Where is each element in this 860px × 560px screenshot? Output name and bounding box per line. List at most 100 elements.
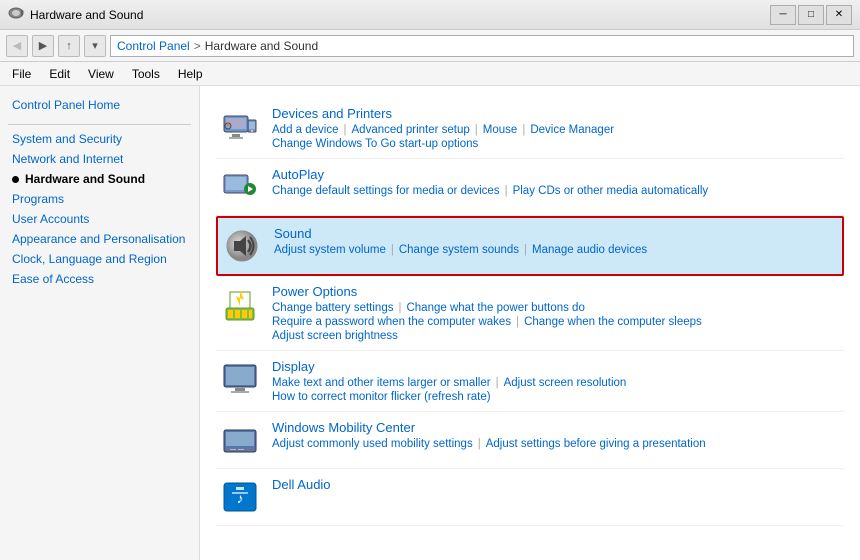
- menu-help[interactable]: Help: [170, 65, 211, 83]
- link-separator: |: [522, 124, 525, 136]
- path-current: Hardware and Sound: [205, 39, 318, 53]
- sidebar-item-system-and-security[interactable]: System and Security: [0, 129, 199, 149]
- display-link-0[interactable]: Make text and other items larger or smal…: [272, 377, 491, 389]
- sound-links-row1: Adjust system volume | Change system sou…: [274, 244, 838, 256]
- recent-button[interactable]: ▾: [84, 35, 106, 57]
- sound-link-2[interactable]: Manage audio devices: [532, 244, 647, 256]
- address-path: Control Panel > Hardware and Sound: [110, 35, 854, 57]
- autoplay-icon: [220, 167, 260, 207]
- devices-link-0[interactable]: Add a device: [272, 124, 339, 136]
- power-link2-1[interactable]: Change when the computer sleeps: [524, 316, 702, 328]
- devices-links-row1: Add a device | Advanced printer setup | …: [272, 124, 840, 136]
- display-link-1[interactable]: Adjust screen resolution: [504, 377, 627, 389]
- sidebar-label: Hardware and Sound: [25, 172, 145, 186]
- content-area: Devices and Printers Add a device | Advan…: [200, 86, 860, 560]
- autoplay-title[interactable]: AutoPlay: [272, 167, 840, 182]
- link-separator: |: [398, 302, 401, 314]
- sidebar-label: System and Security: [12, 132, 122, 146]
- sound-title[interactable]: Sound: [274, 226, 838, 241]
- menu-view[interactable]: View: [80, 65, 122, 83]
- sound-link-0[interactable]: Adjust system volume: [274, 244, 386, 256]
- sidebar-label: Network and Internet: [12, 152, 123, 166]
- display-title[interactable]: Display: [272, 359, 840, 374]
- power-link2-0[interactable]: Require a password when the computer wak…: [272, 316, 511, 328]
- dell-content: Dell Audio: [272, 477, 840, 495]
- address-bar: ◀ ▶ ↑ ▾ Control Panel > Hardware and Sou…: [0, 30, 860, 62]
- power-links-row2: Require a password when the computer wak…: [272, 316, 840, 328]
- power-link-0[interactable]: Change battery settings: [272, 302, 393, 314]
- mobility-link-0[interactable]: Adjust commonly used mobility settings: [272, 438, 473, 450]
- path-control-panel[interactable]: Control Panel: [117, 39, 190, 53]
- up-button[interactable]: ↑: [58, 35, 80, 57]
- power-icon: [220, 284, 260, 324]
- display-links-row1: Make text and other items larger or smal…: [272, 377, 840, 389]
- power-link-1[interactable]: Change what the power buttons do: [406, 302, 584, 314]
- minimize-button[interactable]: ─: [770, 5, 796, 25]
- devices-link-3[interactable]: Device Manager: [530, 124, 614, 136]
- dell-title[interactable]: Dell Audio: [272, 477, 840, 492]
- section-power: Power Options Change battery settings | C…: [216, 276, 844, 351]
- sidebar-home[interactable]: Control Panel Home: [0, 94, 199, 120]
- sidebar-item-appearance-and-personalisation[interactable]: Appearance and Personalisation: [0, 229, 199, 249]
- window-controls: ─ □ ✕: [770, 5, 852, 25]
- sidebar-label: User Accounts: [12, 212, 89, 226]
- sidebar-item-hardware-and-sound[interactable]: Hardware and Sound: [0, 169, 199, 189]
- autoplay-link-1[interactable]: Play CDs or other media automatically: [513, 185, 709, 197]
- mobility-icon: [220, 420, 260, 460]
- mobility-links-row1: Adjust commonly used mobility settings |…: [272, 438, 840, 450]
- autoplay-link-0[interactable]: Change default settings for media or dev…: [272, 185, 500, 197]
- power-link3-0[interactable]: Adjust screen brightness: [272, 330, 398, 342]
- sound-content: Sound Adjust system volume | Change syste…: [274, 226, 838, 256]
- section-dell: ♪ Dell Audio: [216, 469, 844, 526]
- devices-title[interactable]: Devices and Printers: [272, 106, 840, 121]
- link-separator: |: [391, 244, 394, 256]
- sidebar-divider: [8, 124, 191, 125]
- forward-button[interactable]: ▶: [32, 35, 54, 57]
- active-bullet-icon: [12, 176, 19, 183]
- devices-link2-0[interactable]: Change Windows To Go start-up options: [272, 138, 478, 150]
- maximize-button[interactable]: □: [798, 5, 824, 25]
- link-separator: |: [516, 316, 519, 328]
- sidebar-item-programs[interactable]: Programs: [0, 189, 199, 209]
- link-separator: |: [524, 244, 527, 256]
- menu-tools[interactable]: Tools: [124, 65, 168, 83]
- sidebar-label: Clock, Language and Region: [12, 252, 167, 266]
- link-separator: |: [496, 377, 499, 389]
- display-link2-0[interactable]: How to correct monitor flicker (refresh …: [272, 391, 491, 403]
- autoplay-links-row1: Change default settings for media or dev…: [272, 185, 840, 197]
- devices-links-row2: Change Windows To Go start-up options: [272, 138, 840, 150]
- section-autoplay: AutoPlay Change default settings for medi…: [216, 159, 844, 216]
- power-content: Power Options Change battery settings | C…: [272, 284, 840, 342]
- power-title[interactable]: Power Options: [272, 284, 840, 299]
- sidebar: Control Panel Home System and Security Ne…: [0, 86, 200, 560]
- devices-link-1[interactable]: Advanced printer setup: [352, 124, 470, 136]
- mobility-content: Windows Mobility Center Adjust commonly u…: [272, 420, 840, 450]
- link-separator: |: [505, 185, 508, 197]
- sound-icon: [222, 226, 262, 266]
- path-separator-1: >: [194, 39, 201, 53]
- link-separator: |: [478, 438, 481, 450]
- menu-edit[interactable]: Edit: [41, 65, 78, 83]
- mobility-link-1[interactable]: Adjust settings before giving a presenta…: [486, 438, 706, 450]
- sidebar-item-clock,-language-and-region[interactable]: Clock, Language and Region: [0, 249, 199, 269]
- sidebar-label: Ease of Access: [12, 272, 94, 286]
- link-separator: |: [344, 124, 347, 136]
- sound-link-1[interactable]: Change system sounds: [399, 244, 519, 256]
- menu-file[interactable]: File: [4, 65, 39, 83]
- power-links-row3: Adjust screen brightness: [272, 330, 840, 342]
- sidebar-item-user-accounts[interactable]: User Accounts: [0, 209, 199, 229]
- main-layout: Control Panel Home System and Security Ne…: [0, 86, 860, 560]
- title-bar: Hardware and Sound ─ □ ✕: [0, 0, 860, 30]
- menu-bar: File Edit View Tools Help: [0, 62, 860, 86]
- display-links-row2: How to correct monitor flicker (refresh …: [272, 391, 840, 403]
- devices-link-2[interactable]: Mouse: [483, 124, 518, 136]
- sidebar-item-network-and-internet[interactable]: Network and Internet: [0, 149, 199, 169]
- section-sound: Sound Adjust system volume | Change syste…: [216, 216, 844, 276]
- mobility-title[interactable]: Windows Mobility Center: [272, 420, 840, 435]
- sidebar-item-ease-of-access[interactable]: Ease of Access: [0, 269, 199, 289]
- back-button[interactable]: ◀: [6, 35, 28, 57]
- link-separator: |: [475, 124, 478, 136]
- close-button[interactable]: ✕: [826, 5, 852, 25]
- display-content: Display Make text and other items larger …: [272, 359, 840, 403]
- section-mobility: Windows Mobility Center Adjust commonly u…: [216, 412, 844, 469]
